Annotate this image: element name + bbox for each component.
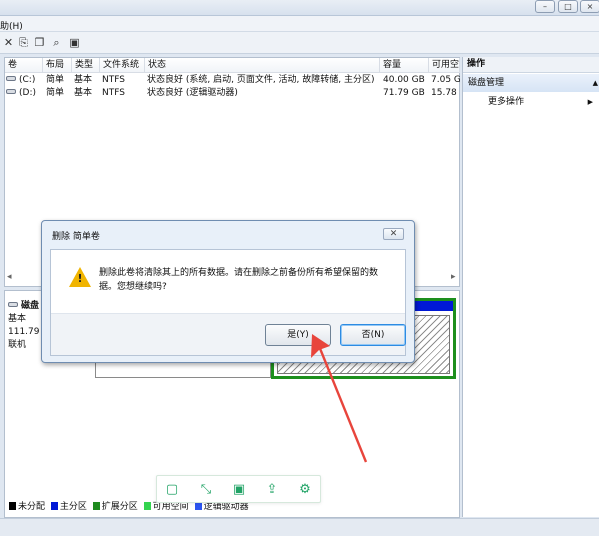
folder-open-icon[interactable]: ❐ (33, 36, 46, 49)
yes-button[interactable]: 是(Y) (265, 324, 331, 346)
close-button[interactable]: × (580, 0, 599, 13)
window-titlebar: – □ × (0, 0, 599, 16)
dialog-title: 删除 简单卷 (52, 232, 100, 242)
share-icon[interactable]: ⇪ (263, 481, 281, 499)
partition-bottom-bar[interactable] (95, 362, 271, 378)
disk-name: 磁盘 (21, 301, 40, 311)
no-button[interactable]: 否(N) (340, 324, 406, 346)
maximize-button[interactable]: □ (558, 0, 578, 13)
actions-panel: 操作 磁盘管理 ▲ 更多操作 ▶ (462, 57, 599, 517)
column-header-filesystem[interactable]: 文件系统 (100, 58, 145, 73)
disk-icon (8, 302, 18, 307)
more-actions-item[interactable]: 更多操作 ▶ (488, 95, 593, 109)
actions-group-disk-management[interactable]: 磁盘管理 ▲ (463, 74, 599, 92)
scroll-right-arrow[interactable]: ▸ (451, 272, 456, 282)
scroll-left-arrow[interactable]: ◂ (7, 272, 12, 282)
tablet-icon[interactable]: ▢ (163, 481, 181, 499)
legend-swatch-primary (50, 502, 58, 510)
column-header-volume[interactable]: 卷 (5, 58, 43, 73)
legend-swatch-unallocated (9, 502, 16, 510)
expand-icon[interactable]: ⤡ (197, 481, 215, 499)
dialog-body: ! 删除此卷将清除其上的所有数据。请在删除之前备份所有希望保留的数据。您想继续吗… (50, 249, 406, 356)
search-icon[interactable]: ⌕ (50, 36, 63, 49)
drive-icon (6, 76, 16, 81)
column-header-capacity[interactable]: 容量 (380, 58, 429, 73)
warning-mark: ! (77, 272, 83, 285)
collapse-icon[interactable]: ▲ (593, 74, 598, 92)
legend-swatch-extended (92, 502, 100, 510)
floating-toolbar: ▢ ⤡ ▣ ⇪ ⚙ (156, 475, 321, 503)
close-x-icon[interactable]: ✕ (2, 36, 15, 49)
settings-icon[interactable]: ⚙ (296, 481, 314, 499)
dialog-message: 删除此卷将清除其上的所有数据。请在删除之前备份所有希望保留的数据。您想继续吗? (99, 268, 379, 292)
help-panel-icon[interactable]: ▣ (68, 36, 81, 49)
minimize-button[interactable]: – (535, 0, 555, 13)
status-bar (0, 518, 599, 536)
legend-swatch-free (143, 502, 151, 510)
toolbar: ✕ ⎘ ❐ ⌕ ▣ (0, 32, 599, 54)
legend-swatch-logical (194, 502, 202, 510)
delete-volume-dialog: 删除 简单卷 ✕ ! 删除此卷将清除其上的所有数据。请在删除之前备份所有希望保留… (41, 220, 415, 363)
dialog-close-button[interactable]: ✕ (383, 228, 404, 240)
column-header-free[interactable]: 可用空 (429, 58, 460, 73)
column-header-layout[interactable]: 布局 (43, 58, 72, 73)
column-header-type[interactable]: 类型 (72, 58, 100, 73)
dialog-button-row: 是(Y) 否(N) (51, 313, 406, 355)
menu-help[interactable]: 助(H) (0, 19, 23, 32)
column-header-status[interactable]: 状态 (145, 58, 380, 73)
actions-header: 操作 (463, 57, 599, 73)
menu-bar: 助(H) (0, 16, 599, 32)
properties-icon[interactable]: ⎘ (17, 36, 30, 49)
save-icon[interactable]: ▣ (230, 481, 248, 499)
submenu-arrow-icon: ▶ (587, 98, 593, 106)
drive-icon (6, 89, 16, 94)
